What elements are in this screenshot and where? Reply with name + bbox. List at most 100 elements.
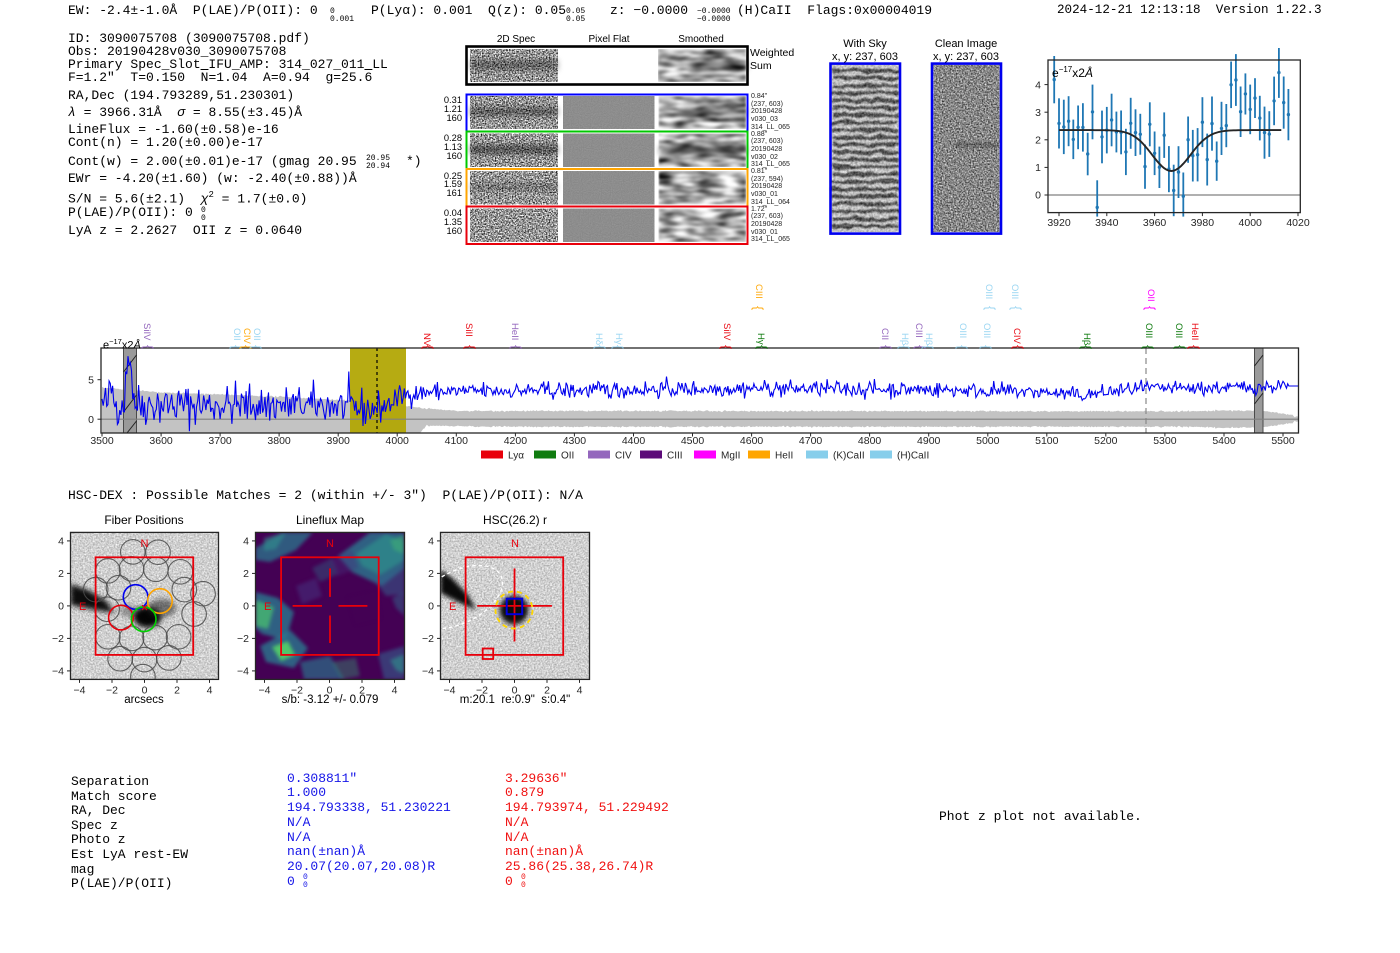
- svg-text:4000: 4000: [386, 435, 410, 447]
- svg-text:CIII: CIII: [753, 284, 764, 299]
- svg-text:N: N: [326, 538, 334, 550]
- svg-text:4: 4: [428, 536, 434, 548]
- svg-text:{: {: [897, 345, 911, 349]
- svg-text:5300: 5300: [1153, 435, 1177, 447]
- svg-text:Hβ: Hβ: [1081, 333, 1092, 346]
- svg-text:Hγ: Hγ: [613, 333, 624, 345]
- svg-text:{: {: [611, 345, 625, 349]
- svg-text:−4: −4: [52, 666, 64, 678]
- svg-text:{: {: [421, 345, 435, 349]
- svg-text:4900: 4900: [917, 435, 941, 447]
- svg-text:4100: 4100: [445, 435, 469, 447]
- svg-text:CIII: CIII: [913, 323, 924, 338]
- svg-text:4: 4: [392, 684, 398, 696]
- svg-text:−2: −2: [52, 633, 64, 645]
- svg-text:4: 4: [243, 536, 249, 548]
- svg-text:CIV: CIV: [615, 451, 632, 462]
- svg-text:{: {: [879, 345, 893, 349]
- svg-text:OIII: OIII: [1173, 323, 1184, 338]
- svg-text:N: N: [141, 538, 149, 550]
- svg-text:OII: OII: [561, 451, 574, 462]
- svg-text:4500: 4500: [681, 435, 705, 447]
- svg-text:OIII: OIII: [1143, 323, 1154, 338]
- svg-text:4000: 4000: [1239, 217, 1263, 229]
- svg-text:{: {: [955, 345, 969, 349]
- svg-text:(H)CaII: (H)CaII: [897, 451, 929, 462]
- svg-text:Hβ: Hβ: [923, 333, 934, 346]
- svg-text:E: E: [449, 601, 456, 613]
- svg-text:5000: 5000: [976, 435, 1000, 447]
- svg-text:{: {: [593, 345, 607, 349]
- svg-text:{: {: [1173, 345, 1187, 349]
- svg-text:3900: 3900: [327, 435, 351, 447]
- svg-text:CIV: CIV: [241, 328, 252, 345]
- svg-text:0: 0: [1035, 190, 1041, 202]
- svg-text:3500: 3500: [90, 435, 114, 447]
- svg-text:N: N: [511, 538, 519, 550]
- svg-text:E: E: [79, 601, 86, 613]
- svg-text:5200: 5200: [1094, 435, 1118, 447]
- svg-text:{: {: [509, 345, 523, 349]
- svg-text:{: {: [1187, 345, 1201, 349]
- svg-text:Lyα: Lyα: [508, 451, 524, 462]
- svg-text:{: {: [141, 345, 155, 349]
- svg-text:3940: 3940: [1095, 217, 1119, 229]
- svg-text:CIII: CIII: [667, 451, 683, 462]
- svg-text:{: {: [979, 345, 993, 349]
- svg-text:3600: 3600: [149, 435, 173, 447]
- svg-text:Hγ: Hγ: [755, 333, 766, 345]
- svg-text:{: {: [463, 345, 477, 349]
- svg-text:−2: −2: [422, 633, 434, 645]
- svg-text:OII: OII: [251, 328, 262, 341]
- svg-text:{: {: [751, 306, 765, 310]
- svg-text:4700: 4700: [799, 435, 823, 447]
- svg-text:3700: 3700: [208, 435, 232, 447]
- svg-text:1: 1: [1035, 162, 1041, 174]
- svg-text:Hδ: Hδ: [593, 333, 604, 345]
- svg-text:{: {: [1141, 345, 1155, 349]
- svg-text:3800: 3800: [267, 435, 291, 447]
- svg-text:{: {: [921, 345, 935, 349]
- svg-text:OIII: OIII: [981, 323, 992, 338]
- svg-text:4: 4: [1035, 79, 1041, 91]
- svg-text:−4: −4: [444, 684, 456, 696]
- svg-text:{: {: [249, 345, 263, 349]
- svg-text:2: 2: [243, 568, 249, 580]
- svg-text:CII: CII: [879, 328, 890, 340]
- svg-text:OIII: OIII: [957, 323, 968, 338]
- svg-text:4600: 4600: [740, 435, 764, 447]
- svg-text:2: 2: [428, 568, 434, 580]
- svg-text:0: 0: [88, 414, 94, 426]
- svg-text:2: 2: [174, 684, 180, 696]
- svg-text:4: 4: [577, 684, 583, 696]
- svg-text:−2: −2: [106, 684, 118, 696]
- svg-text:MgII: MgII: [721, 451, 740, 462]
- svg-text:4800: 4800: [858, 435, 882, 447]
- svg-text:4300: 4300: [563, 435, 587, 447]
- svg-text:4020: 4020: [1286, 217, 1310, 229]
- svg-text:SiII: SiII: [463, 323, 474, 337]
- svg-text:2: 2: [58, 568, 64, 580]
- svg-text:OII: OII: [1145, 289, 1156, 302]
- svg-text:OIII: OIII: [983, 284, 994, 299]
- svg-text:CIV: CIV: [1011, 328, 1022, 345]
- svg-text:{: {: [983, 306, 997, 310]
- svg-text:−4: −4: [259, 684, 271, 696]
- svg-text:{: {: [1011, 345, 1025, 349]
- svg-text:−4: −4: [74, 684, 86, 696]
- svg-text:{: {: [1079, 345, 1093, 349]
- svg-text:2: 2: [1035, 135, 1041, 147]
- svg-text:3980: 3980: [1191, 217, 1215, 229]
- svg-text:3960: 3960: [1143, 217, 1167, 229]
- svg-text:HeII: HeII: [509, 323, 520, 340]
- svg-text:4200: 4200: [504, 435, 528, 447]
- svg-text:0: 0: [243, 601, 249, 613]
- svg-text:−4: −4: [422, 666, 434, 678]
- svg-text:E: E: [264, 601, 271, 613]
- svg-text:{: {: [719, 345, 733, 349]
- svg-text:0: 0: [428, 601, 434, 613]
- svg-text:0: 0: [58, 601, 64, 613]
- svg-text:5100: 5100: [1035, 435, 1059, 447]
- svg-text:5400: 5400: [1212, 435, 1236, 447]
- svg-text:−4: −4: [237, 666, 249, 678]
